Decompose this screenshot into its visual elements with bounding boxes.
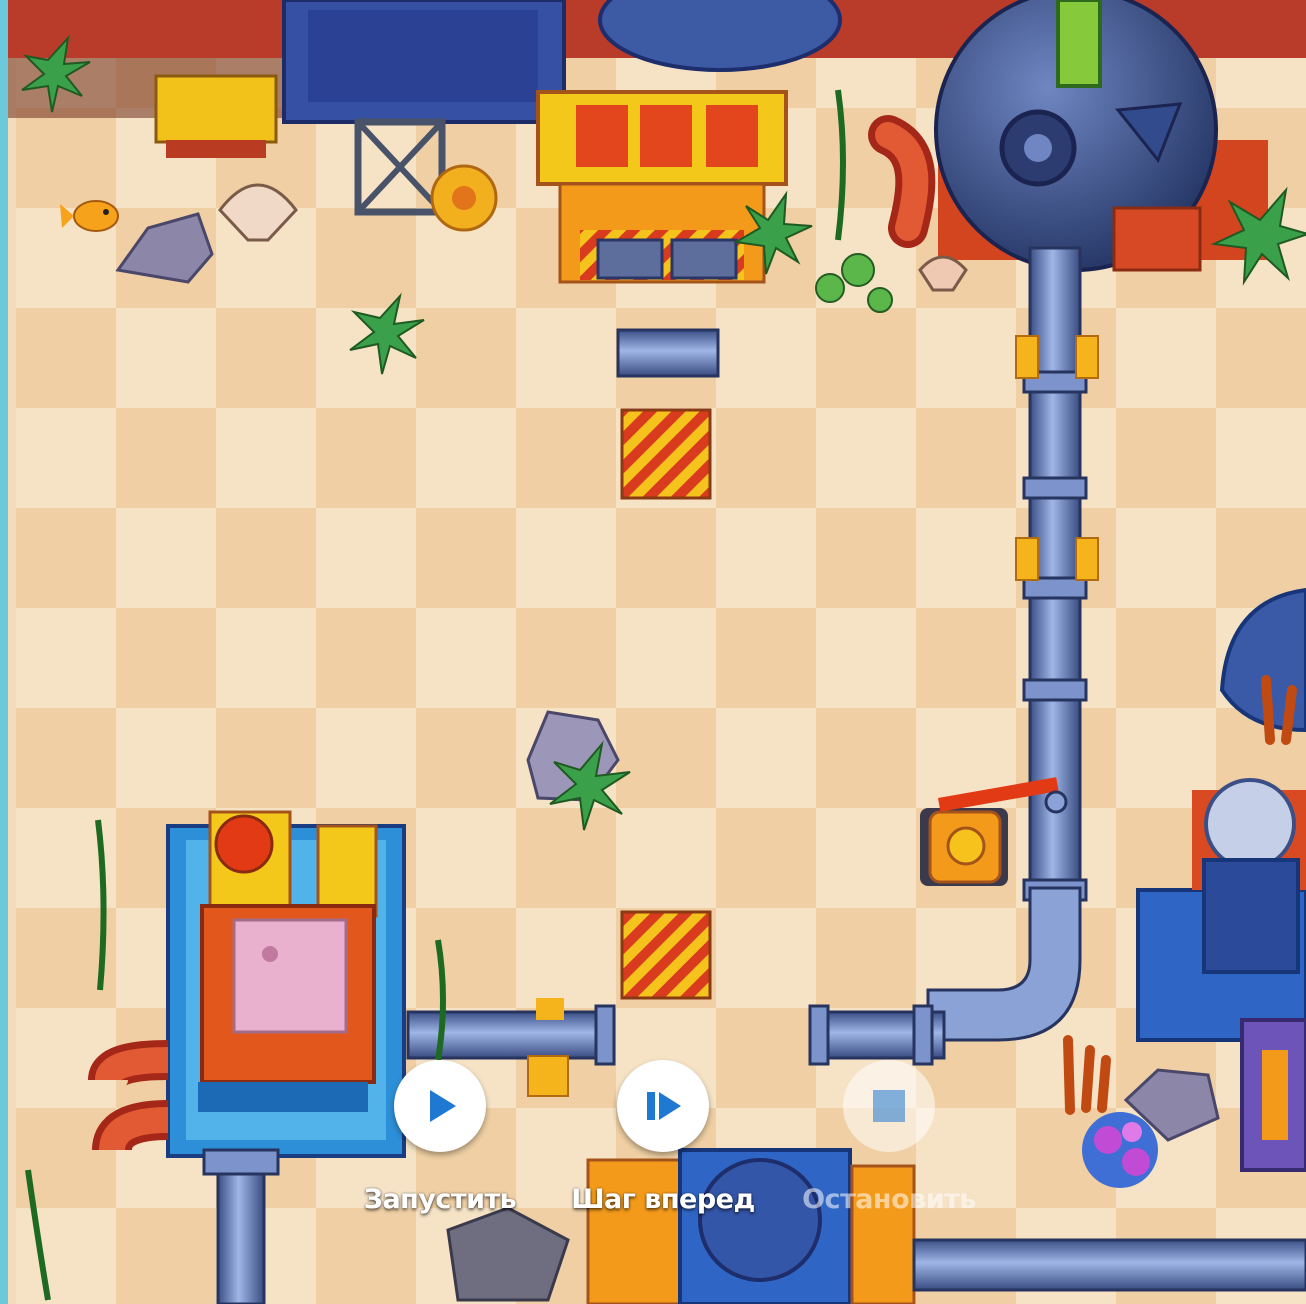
floor-tile (216, 608, 316, 708)
floor-tile (16, 608, 116, 708)
floor-tile (16, 508, 116, 608)
floor-tile (1216, 408, 1306, 508)
hazard-tile-1 (620, 408, 712, 500)
floor-tile (116, 508, 216, 608)
floor-tile (16, 708, 116, 808)
floor-tile (16, 1208, 116, 1304)
stop-button[interactable]: Остановить (794, 1060, 984, 1230)
floor-tile (316, 408, 416, 508)
floor-tile (516, 808, 616, 908)
stop-button-circle[interactable] (843, 1060, 935, 1152)
floor-tile (816, 808, 916, 908)
run-button[interactable]: Запустить (345, 1060, 535, 1230)
loose-pipe-segment (616, 328, 720, 378)
floor-tile (1116, 608, 1216, 708)
floor-tile (216, 308, 316, 408)
floor-tile (216, 408, 316, 508)
floor-tile (316, 708, 416, 808)
purple-anemone (1082, 1112, 1158, 1188)
floor-tile (216, 708, 316, 808)
floor-tile (16, 108, 116, 208)
floor-tile (16, 308, 116, 408)
lower-right-pipe (808, 1004, 946, 1066)
floor-tile (516, 408, 616, 508)
floor-tile (416, 908, 516, 1008)
floor-tile (316, 508, 416, 608)
floor-tile (116, 708, 216, 808)
floor-tile (1116, 308, 1216, 408)
floor-tile (1116, 408, 1216, 508)
sea-urchin-icon (430, 164, 498, 232)
floor-tile (716, 808, 816, 908)
floor-tile (716, 508, 816, 608)
step-label: Шаг вперед (571, 1184, 755, 1215)
floor-tile (816, 508, 916, 608)
run-label: Запустить (363, 1184, 517, 1215)
floor-tile (916, 308, 1016, 408)
floor-tile (1216, 308, 1306, 408)
floor-tile (816, 608, 916, 708)
floor-tile (316, 208, 416, 308)
floor-tile (916, 608, 1016, 708)
game-stage: Запустить Шаг вперед Остановить (0, 0, 1306, 1304)
step-button-circle[interactable] (617, 1060, 709, 1152)
step-forward-button[interactable]: Шаг вперед (568, 1060, 758, 1230)
top-left-house (154, 74, 278, 158)
play-icon (430, 1090, 456, 1122)
floor-tile (416, 708, 516, 808)
floor-tile (616, 508, 716, 608)
floor-tile (816, 408, 916, 508)
floor-tile (716, 908, 816, 1008)
floor-tile (716, 608, 816, 708)
floor-tile (416, 608, 516, 708)
floor-tile (116, 408, 216, 508)
stop-label: Остановить (802, 1184, 976, 1215)
floor-tile (916, 408, 1016, 508)
step-forward-icon (647, 1092, 681, 1120)
hazard-tile-2 (620, 910, 712, 1000)
program-controls: Запустить Шаг вперед Остановить (338, 1060, 998, 1230)
floor-tile (516, 308, 616, 408)
floor-tile (416, 308, 516, 408)
floor-tile (716, 408, 816, 508)
floor-tile (216, 508, 316, 608)
floor-tile (616, 808, 716, 908)
floor-tile (816, 308, 916, 408)
floor-tile (116, 1208, 216, 1304)
stop-icon (873, 1090, 905, 1122)
floor-tile (516, 608, 616, 708)
floor-tile (416, 808, 516, 908)
floor-tile (616, 608, 716, 708)
floor-tile (816, 908, 916, 1008)
floor-tile (1116, 508, 1216, 608)
floor-tile (116, 608, 216, 708)
floor-tile (816, 708, 916, 808)
floor-tile (516, 508, 616, 608)
floor-tile (616, 708, 716, 808)
floor-tile (416, 408, 516, 508)
floor-tile (516, 908, 616, 1008)
floor-tile (916, 508, 1016, 608)
run-button-circle[interactable] (394, 1060, 486, 1152)
floor-tile (116, 308, 216, 408)
floor-tile (716, 708, 816, 808)
floor-tile (416, 508, 516, 608)
floor-tile (16, 408, 116, 508)
floor-tile (716, 308, 816, 408)
left-outflow-pipe (216, 1158, 266, 1304)
floor-tile (316, 608, 416, 708)
